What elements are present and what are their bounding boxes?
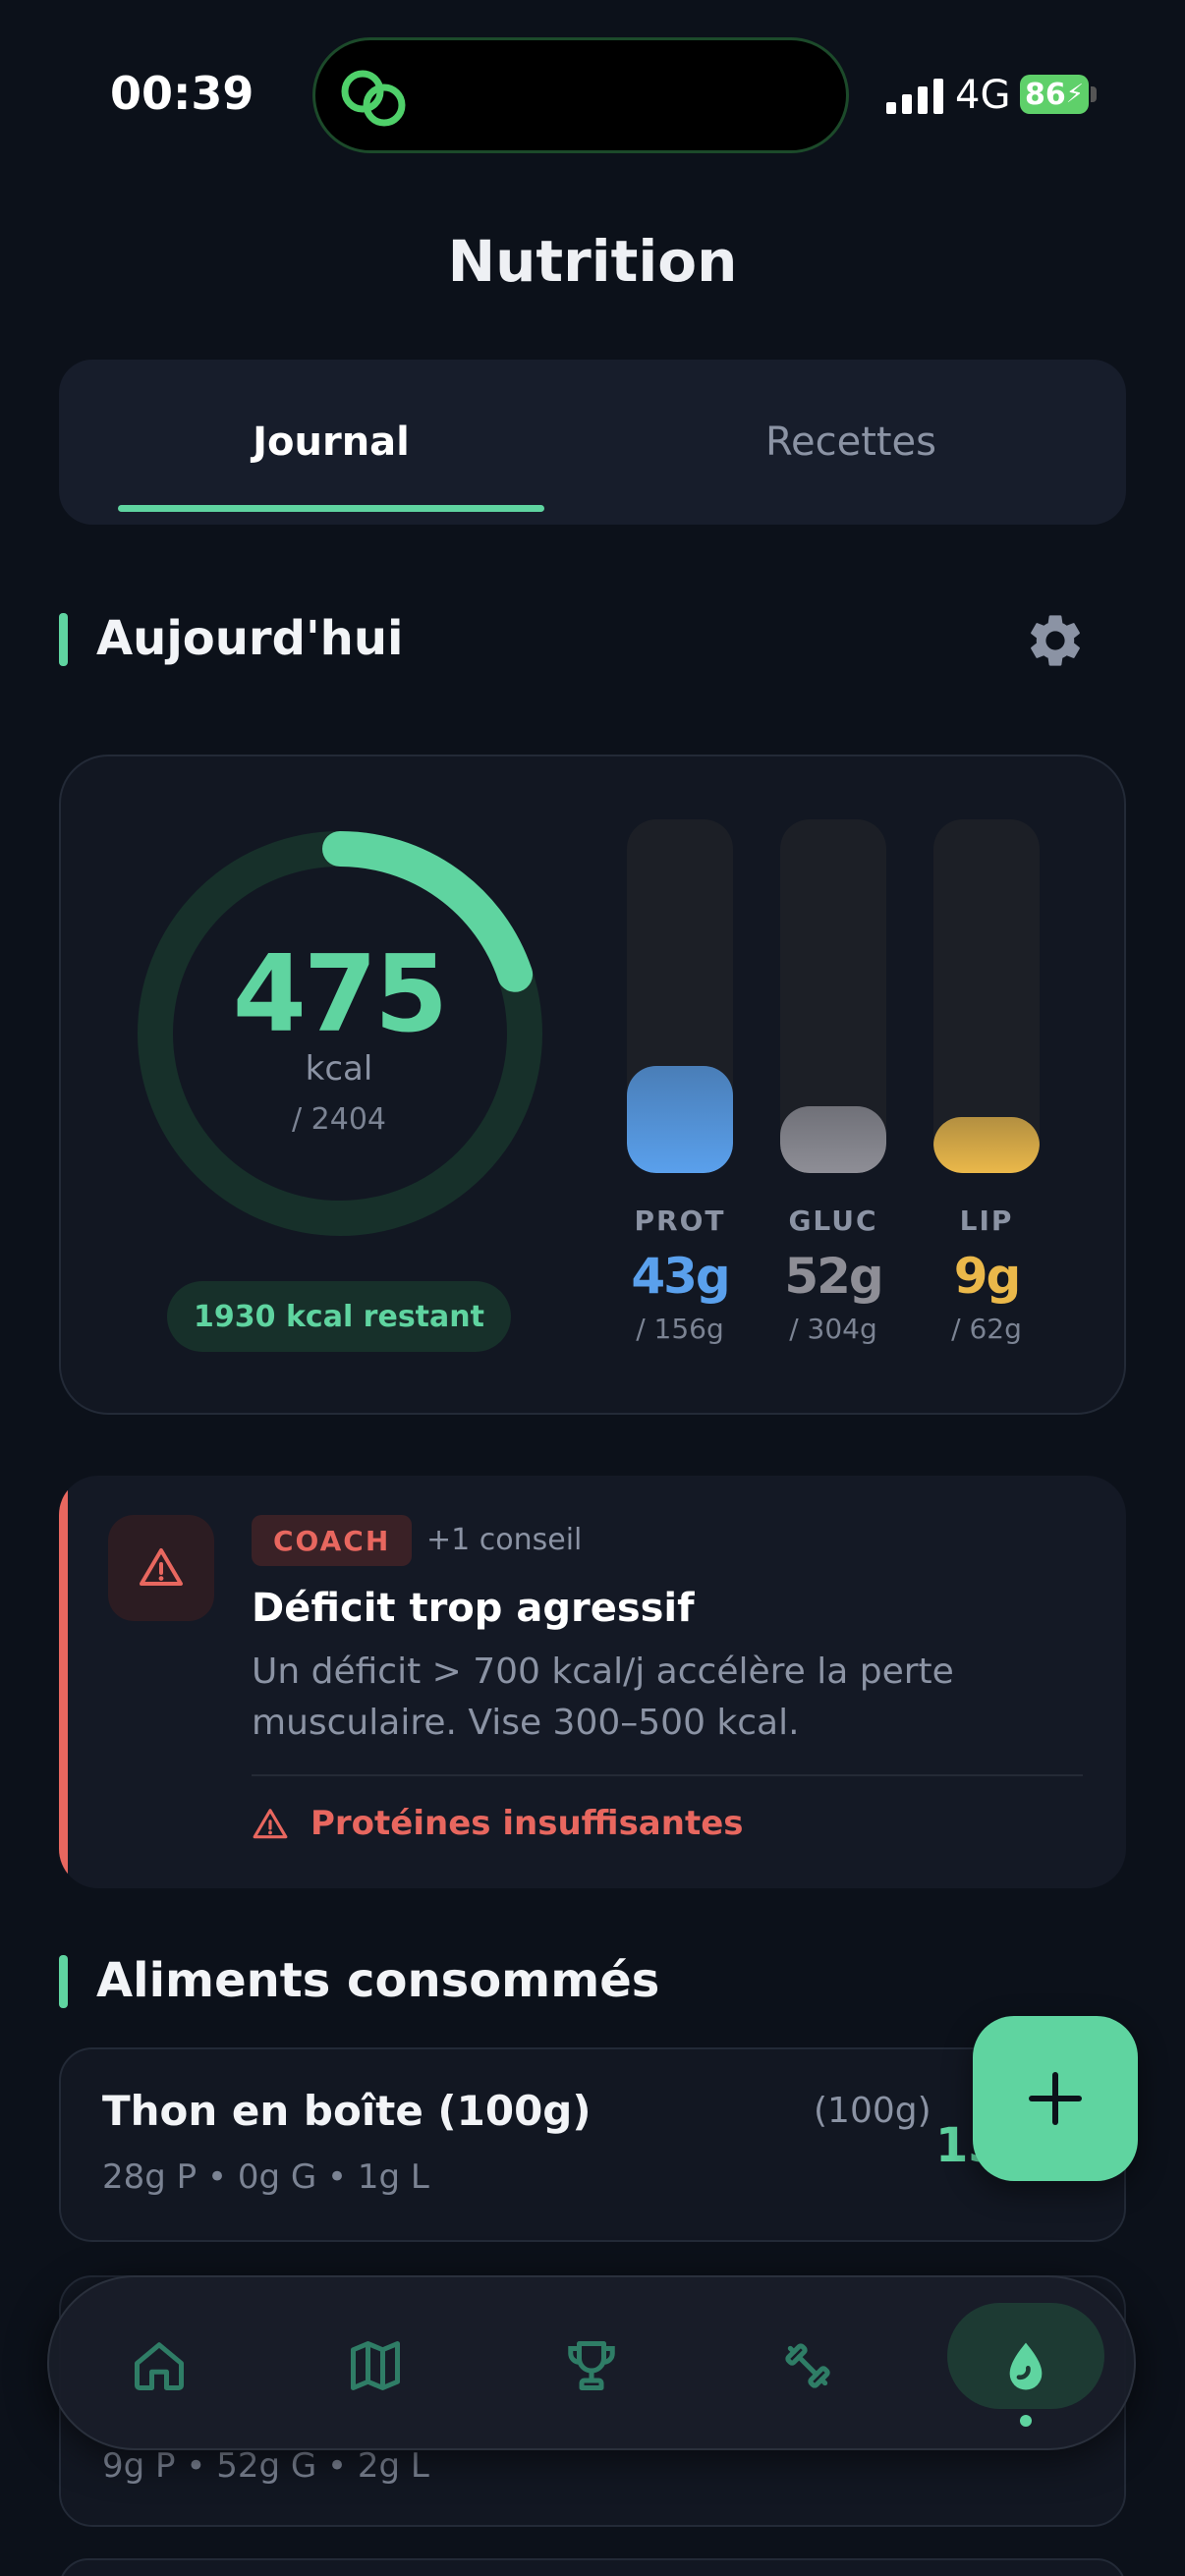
macro-label-prot: PROT — [634, 1204, 726, 1237]
food-macros: 9g P • 52g G • 2g L — [102, 2446, 429, 2486]
nav-nutrition[interactable] — [987, 2326, 1065, 2405]
tab-active-indicator — [118, 505, 544, 512]
macro-bar-fill-lip — [933, 1117, 1040, 1173]
macro-bar-lip — [933, 819, 1040, 1173]
section-title-today: Aujourd'hui — [96, 611, 404, 666]
plus-icon — [1029, 2072, 1082, 2125]
warning-icon — [140, 1548, 183, 1586]
tab-bar: Journal Recettes — [59, 360, 1126, 525]
nav-workouts[interactable] — [768, 2326, 847, 2405]
section-accent — [59, 613, 68, 666]
dynamic-island — [312, 37, 849, 153]
trophy-icon — [568, 2341, 615, 2390]
home-icon — [135, 2342, 184, 2390]
calories-unit: kcal — [305, 1049, 373, 1089]
tab-journal[interactable]: Journal — [118, 360, 544, 525]
food-macros: 28g P • 0g G • 1g L — [102, 2157, 429, 2197]
charging-icon: ⚡ — [1065, 80, 1084, 109]
coach-extra-tips[interactable]: +1 conseil — [426, 1523, 582, 1557]
macro-bar-fill-gluc — [780, 1106, 886, 1173]
section-accent — [59, 1955, 68, 2008]
gear-icon[interactable] — [1024, 609, 1087, 672]
coach-badge: COACH — [252, 1515, 413, 1566]
warning-icon — [253, 1809, 288, 1839]
calories-consumed: 475 — [232, 933, 448, 1056]
calories-goal: / 2404 — [292, 1102, 386, 1137]
add-food-button[interactable] — [973, 2016, 1138, 2181]
coach-divider — [252, 1774, 1083, 1776]
nav-home[interactable] — [120, 2326, 198, 2405]
link-icon — [341, 70, 406, 127]
network-type: 4G — [955, 73, 1011, 118]
coach-icon-box — [108, 1515, 214, 1621]
battery-tip — [1091, 86, 1097, 102]
dumbbell-icon — [785, 2343, 830, 2388]
page-title: Nutrition — [447, 228, 738, 295]
macro-bar-prot — [627, 819, 733, 1173]
food-item[interactable] — [59, 2558, 1126, 2576]
battery-level: 86 — [1024, 77, 1066, 112]
signal-icon — [886, 79, 943, 114]
coach-title: Déficit trop agressif — [252, 1586, 695, 1631]
macro-goal-prot: / 156g — [636, 1313, 724, 1345]
tab-recettes[interactable]: Recettes — [643, 360, 1059, 525]
macro-goal-lip: / 62g — [951, 1313, 1022, 1345]
macro-goal-gluc: / 304g — [789, 1313, 877, 1345]
section-title-foods: Aliments consommés — [96, 1953, 660, 2008]
macro-label-gluc: GLUC — [788, 1204, 878, 1237]
food-quantity: (100g) — [814, 2091, 931, 2131]
macro-value-lip: 9g — [953, 1248, 1022, 1305]
coach-card[interactable]: COACH +1 conseil Déficit trop agressif U… — [59, 1476, 1126, 1888]
battery-indicator: 86 ⚡ — [1020, 75, 1089, 114]
nav-map[interactable] — [336, 2326, 415, 2405]
coach-accent-bar — [59, 1476, 68, 1888]
macro-label-lip: LIP — [959, 1204, 1014, 1237]
food-name: Thon en boîte (100g) — [102, 2087, 592, 2135]
macro-value-gluc: 52g — [784, 1248, 883, 1305]
macro-value-prot: 43g — [631, 1248, 730, 1305]
macro-bar-fill-prot — [627, 1066, 733, 1173]
map-icon — [351, 2341, 400, 2390]
coach-warning: Protéines insuffisantes — [310, 1804, 744, 1843]
coach-message: Un déficit > 700 kcal/j accélère la pert… — [252, 1652, 954, 1743]
macro-bar-gluc — [780, 819, 886, 1173]
nav-trophies[interactable] — [552, 2326, 631, 2405]
status-time: 00:39 — [110, 67, 254, 120]
leaf-icon — [1009, 2342, 1043, 2390]
nav-active-dot — [1020, 2415, 1032, 2427]
calories-remaining-badge: 1930 kcal restant — [167, 1281, 511, 1352]
